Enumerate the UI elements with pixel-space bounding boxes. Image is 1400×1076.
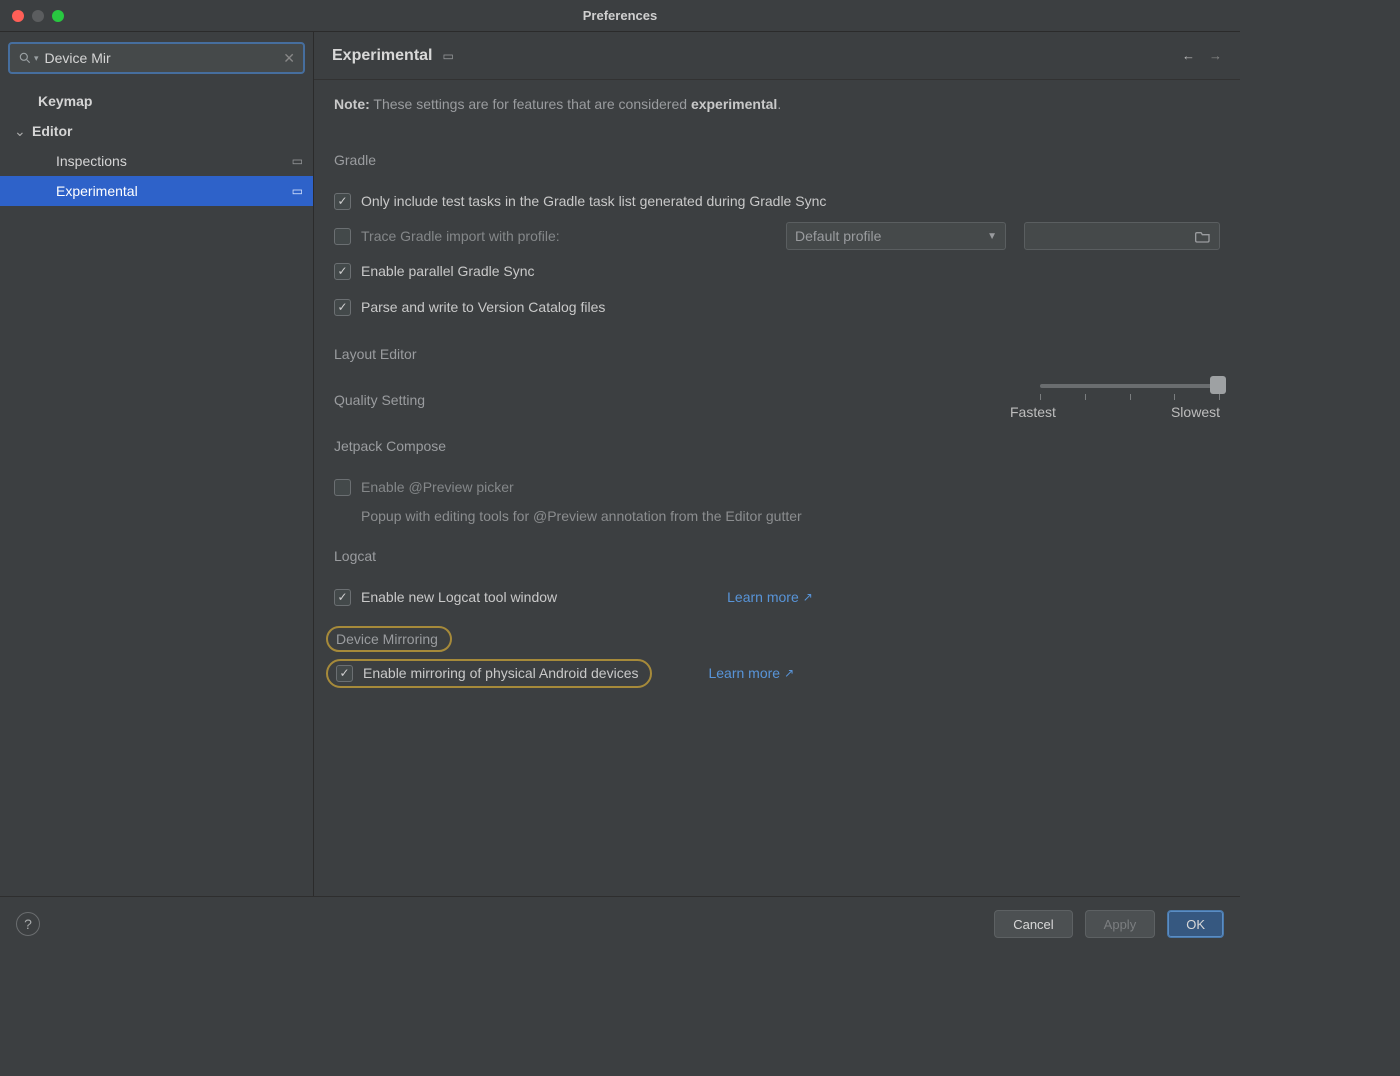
- section-logcat: Logcat: [334, 548, 376, 564]
- gradle-profile-browse[interactable]: [1024, 222, 1220, 250]
- note-suffix: .: [777, 96, 781, 112]
- quality-setting-label: Quality Setting: [334, 392, 425, 408]
- sidebar-item-inspections[interactable]: Inspections ▭: [0, 146, 313, 176]
- gradle-profile-value: Default profile: [795, 228, 881, 244]
- cancel-button[interactable]: Cancel: [994, 910, 1072, 938]
- expand-arrow-icon: ⌄: [14, 123, 26, 140]
- content-pane: Experimental ▭ ← → Note: These settings …: [314, 32, 1240, 896]
- window-title: Preferences: [0, 8, 1240, 23]
- sidebar-item-editor[interactable]: ⌄ Editor: [0, 116, 313, 146]
- maximize-window-button[interactable]: [52, 10, 64, 22]
- sidebar-item-label: Editor: [32, 123, 72, 139]
- gradle-parallel-sync-label: Enable parallel Gradle Sync: [361, 263, 535, 279]
- note-emph: experimental: [691, 96, 777, 112]
- gradle-trace-import-label: Trace Gradle import with profile:: [361, 228, 560, 244]
- search-icon: [18, 51, 32, 65]
- gradle-parallel-sync-row: Enable parallel Gradle Sync: [334, 256, 1220, 286]
- gradle-only-test-tasks-checkbox[interactable]: [334, 193, 351, 210]
- slider-slowest-label: Slowest: [1171, 404, 1220, 420]
- jetpack-preview-picker-hint: Popup with editing tools for @Preview an…: [361, 508, 1220, 524]
- settings-tree: Keymap ⌄ Editor Inspections ▭ Experiment…: [0, 80, 313, 206]
- gradle-version-catalog-checkbox[interactable]: [334, 299, 351, 316]
- page-title: Experimental: [332, 47, 432, 65]
- section-jetpack-compose: Jetpack Compose: [334, 438, 446, 454]
- sidebar-item-experimental[interactable]: Experimental ▭: [0, 176, 313, 206]
- quality-slider[interactable]: [1040, 384, 1220, 388]
- button-label: Apply: [1104, 917, 1137, 932]
- external-link-icon: ↗: [784, 666, 794, 680]
- gradle-profile-combo[interactable]: Default profile ▼: [786, 222, 1006, 250]
- help-button[interactable]: ?: [16, 912, 40, 936]
- gradle-trace-import-checkbox[interactable]: [334, 228, 351, 245]
- dialog-footer: ? Cancel Apply OK: [0, 896, 1240, 951]
- gradle-version-catalog-row: Parse and write to Version Catalog files: [334, 292, 1220, 322]
- slider-fastest-label: Fastest: [1010, 404, 1056, 420]
- dropdown-caret-icon: ▾: [34, 53, 39, 64]
- slider-thumb[interactable]: [1210, 376, 1226, 394]
- sidebar-item-label: Experimental: [56, 183, 138, 199]
- note-text: These settings are for features that are…: [373, 96, 687, 112]
- ok-button[interactable]: OK: [1167, 910, 1224, 938]
- experimental-note: Note: These settings are for features th…: [334, 96, 1220, 112]
- section-layout-editor: Layout Editor: [334, 346, 417, 362]
- mirroring-enable-checkbox[interactable]: [336, 665, 353, 682]
- logcat-learn-more-link[interactable]: Learn more ↗: [727, 589, 813, 605]
- button-label: OK: [1186, 917, 1205, 932]
- gradle-trace-import-row: Trace Gradle import with profile: Defaul…: [334, 222, 1220, 250]
- minimize-window-button[interactable]: [32, 10, 44, 22]
- quality-setting-row: Quality Setting Fastest Slowest: [334, 380, 1220, 420]
- jetpack-preview-picker-checkbox[interactable]: [334, 479, 351, 496]
- gradle-version-catalog-label: Parse and write to Version Catalog files: [361, 299, 605, 315]
- nav-forward-icon: →: [1209, 48, 1222, 63]
- logcat-enable-label: Enable new Logcat tool window: [361, 589, 557, 605]
- search-input[interactable]: [45, 50, 284, 66]
- link-text: Learn more: [708, 665, 780, 681]
- highlight-device-mirroring-title: Device Mirroring: [326, 626, 452, 652]
- close-window-button[interactable]: [12, 10, 24, 22]
- sidebar-item-keymap[interactable]: Keymap: [0, 86, 313, 116]
- dropdown-caret-icon: ▼: [987, 231, 997, 242]
- window-controls: [12, 10, 64, 22]
- jetpack-preview-picker-label: Enable @Preview picker: [361, 479, 514, 495]
- gradle-only-test-tasks-row: Only include test tasks in the Gradle ta…: [334, 186, 1220, 216]
- slider-ticks: [1040, 394, 1220, 400]
- note-prefix: Note:: [334, 96, 370, 112]
- settings-scope-icon: ▭: [442, 49, 453, 63]
- apply-button[interactable]: Apply: [1085, 910, 1156, 938]
- highlight-mirroring-checkbox: Enable mirroring of physical Android dev…: [326, 659, 652, 688]
- mirroring-enable-label: Enable mirroring of physical Android dev…: [363, 665, 638, 681]
- settings-scope-icon: ▭: [292, 184, 303, 198]
- sidebar: ▾ ✕ Keymap ⌄ Editor Inspections ▭ Experi…: [0, 32, 314, 896]
- external-link-icon: ↗: [803, 590, 813, 604]
- section-gradle: Gradle: [334, 152, 376, 168]
- settings-scope-icon: ▭: [292, 154, 303, 168]
- section-device-mirroring: Device Mirroring: [336, 631, 438, 647]
- mirroring-learn-more-link[interactable]: Learn more ↗: [708, 665, 794, 681]
- clear-search-icon[interactable]: ✕: [283, 50, 295, 67]
- sidebar-item-label: Inspections: [56, 153, 127, 169]
- logcat-enable-checkbox[interactable]: [334, 589, 351, 606]
- button-label: Cancel: [1013, 917, 1053, 932]
- gradle-only-test-tasks-label: Only include test tasks in the Gradle ta…: [361, 193, 826, 209]
- link-text: Learn more: [727, 589, 799, 605]
- logcat-enable-row: Enable new Logcat tool window Learn more…: [334, 582, 1220, 612]
- nav-back-icon[interactable]: ←: [1182, 48, 1195, 63]
- jetpack-preview-picker-row: Enable @Preview picker: [334, 472, 1220, 502]
- folder-icon: [1195, 229, 1211, 243]
- search-box[interactable]: ▾ ✕: [8, 42, 305, 74]
- titlebar: Preferences: [0, 0, 1240, 32]
- mirroring-enable-row: Enable mirroring of physical Android dev…: [334, 658, 1220, 688]
- gradle-parallel-sync-checkbox[interactable]: [334, 263, 351, 280]
- content-header: Experimental ▭ ← →: [314, 32, 1240, 80]
- sidebar-item-label: Keymap: [38, 93, 92, 109]
